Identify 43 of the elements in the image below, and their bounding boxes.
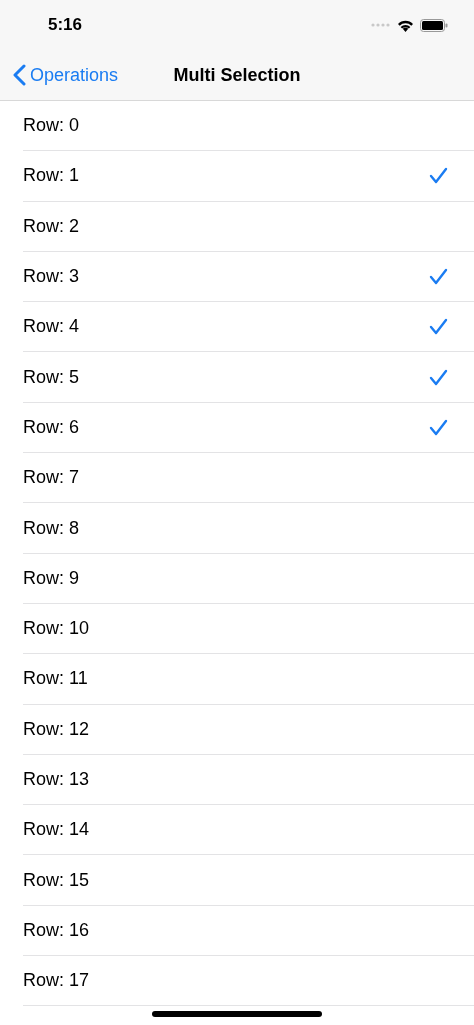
list-row[interactable]: Row: 9	[23, 553, 474, 604]
row-label: Row: 2	[23, 215, 80, 237]
row-label: Row: 16	[23, 919, 90, 941]
list-row[interactable]: Row: 17	[23, 956, 474, 1007]
row-label: Row: 1	[23, 165, 80, 187]
row-label: Row: 9	[23, 567, 80, 589]
row-label: Row: 3	[23, 266, 80, 288]
list-row[interactable]: Row: 3	[23, 251, 474, 303]
list-row[interactable]: Row: 13	[23, 754, 474, 806]
row-label: Row: 17	[23, 970, 90, 992]
list-row[interactable]: Row: 5	[23, 352, 474, 403]
back-button[interactable]: Operations	[13, 64, 119, 86]
list-row[interactable]: Row: 16	[23, 905, 474, 957]
battery-icon	[420, 18, 448, 32]
list-row[interactable]: Row: 15	[23, 855, 474, 906]
list-row[interactable]: Row: 4	[23, 302, 474, 353]
list-row[interactable]: Row: 8	[23, 503, 474, 554]
list-row[interactable]: Row: 6	[23, 402, 474, 454]
row-label: Row: 11	[23, 668, 88, 690]
list-row[interactable]: Row: 7	[23, 453, 474, 504]
row-label: Row: 5	[23, 366, 80, 388]
row-label: Row: 8	[23, 517, 80, 539]
list-row[interactable]: Row: 12	[23, 704, 474, 755]
row-label: Row: 6	[23, 416, 80, 438]
row-label: Row: 0	[23, 115, 80, 137]
row-label: Row: 12	[23, 718, 90, 740]
nav-title: Multi Selection	[173, 64, 301, 86]
list-row[interactable]: Row: 1	[23, 151, 474, 202]
row-label: Row: 4	[23, 316, 80, 338]
row-label: Row: 13	[23, 769, 90, 790]
list-row[interactable]: Row: 10	[23, 603, 474, 655]
list-row[interactable]: Row: 2	[23, 201, 474, 252]
list-row[interactable]: Row: 11	[23, 654, 474, 705]
list-row[interactable]: Row: 14	[23, 805, 474, 856]
signal-icon	[371, 23, 391, 27]
row-label: Row: 7	[23, 467, 80, 489]
list-row[interactable]: Row: 0	[23, 101, 474, 152]
status-time: 5:16	[48, 15, 83, 35]
row-label: Row: 14	[23, 819, 90, 841]
chevron-left-icon	[13, 64, 26, 86]
row-label: Row: 10	[23, 618, 90, 640]
wifi-icon	[397, 18, 414, 32]
row-label: Row: 15	[23, 869, 90, 891]
